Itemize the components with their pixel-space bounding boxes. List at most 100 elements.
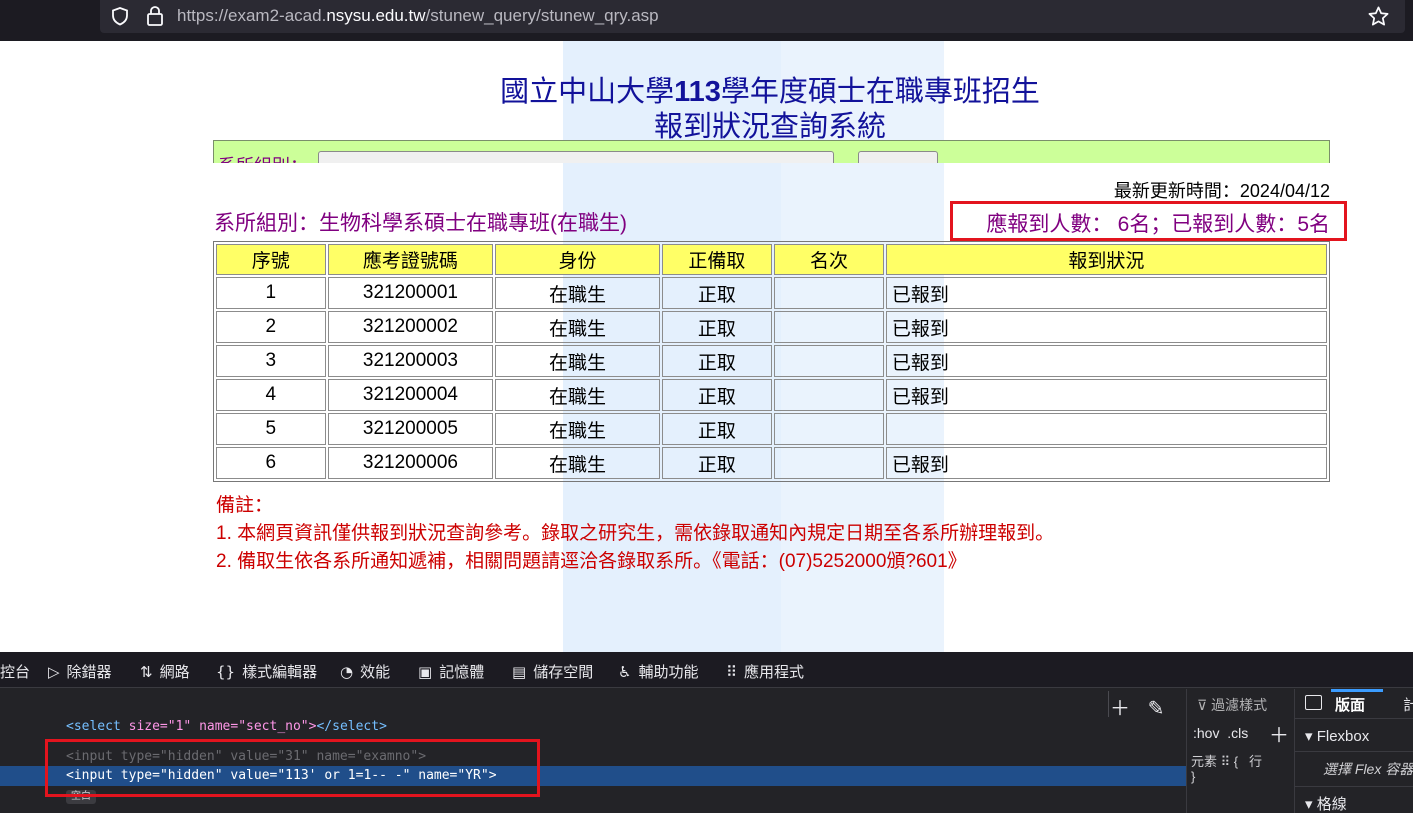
page-subtitle: 報到狀況查詢系統 xyxy=(653,111,886,143)
flexbox-section[interactable]: ▾ Flexbox xyxy=(1305,727,1369,745)
tab-memory[interactable]: ▣ 記憶體 xyxy=(418,661,484,682)
markup-line-select[interactable]: <select size="1" name="sect_no"></select… xyxy=(66,719,387,734)
eyedropper-icon[interactable]: ✎ xyxy=(1148,698,1165,720)
tab-debugger[interactable]: ▷ 除錯器 xyxy=(48,661,112,682)
cell-serial: 1 xyxy=(216,277,326,309)
grid-label: 格線 xyxy=(1316,796,1347,813)
submit-query-button[interactable] xyxy=(858,151,938,163)
add-node-icon[interactable]: ＋ xyxy=(1110,698,1130,720)
counts-separator: ； xyxy=(1150,212,1172,236)
storage-icon: ▤ xyxy=(512,662,527,681)
tab-label: 記憶體 xyxy=(439,664,485,681)
cell-rank xyxy=(774,311,884,343)
reported-count: 5 xyxy=(1297,213,1309,236)
cell-identity: 在職生 xyxy=(495,311,660,343)
lock-icon[interactable] xyxy=(145,5,165,27)
devtools-panel: 控台 ▷ 除錯器 ⇅ 網路 {} 樣式編輯器 ◔ 效能 ▣ 記憶體 ▤ 儲存空間 ♿ 輔助功能… xyxy=(0,652,1413,813)
layout-tabs: 版面 計 xyxy=(1295,689,1413,719)
application-grid-icon: ⠿ xyxy=(726,662,737,681)
expected-count: 6 xyxy=(1117,213,1130,236)
shield-icon[interactable] xyxy=(110,6,130,26)
cell-identity: 在職生 xyxy=(495,345,660,377)
grid-dots-icon: ⠿ xyxy=(1220,754,1231,769)
tab-style-editor[interactable]: {} 樣式編輯器 xyxy=(216,661,317,682)
bookmark-star-icon[interactable] xyxy=(1367,5,1390,28)
cell-status: 已報到 xyxy=(885,277,1327,309)
tab-console[interactable]: 控台 xyxy=(0,661,30,682)
url-host: nsysu.edu.tw xyxy=(326,6,426,25)
url-prefix: https://exam2-acad. xyxy=(177,6,327,25)
cell-admission: 正取 xyxy=(661,379,773,411)
table-row: 4 321200004 在職生 正取 已報到 xyxy=(216,379,1327,411)
cell-status: 已報到 xyxy=(885,379,1327,411)
inline-label: 行 xyxy=(1248,754,1262,769)
markup-toolbar: ＋ ✎ xyxy=(1110,692,1164,721)
tab-accessibility[interactable]: ♿ 輔助功能 xyxy=(618,661,698,682)
filter-styles-input[interactable]: ⊽ 過濾樣式 xyxy=(1197,695,1267,715)
grid-section[interactable]: ▾ 格線 xyxy=(1305,793,1347,813)
debugger-icon: ▷ xyxy=(48,662,60,681)
table-row: 6 321200006 在職生 正取 已報到 xyxy=(216,447,1327,479)
cell-admission: 正取 xyxy=(661,345,773,377)
reported-label: 已報到人數： xyxy=(1171,212,1298,236)
cell-rank xyxy=(774,447,884,479)
notes-section: 備註： 1. 本網頁資訊僅供報到狀況查詢參考。錄取之研究生，需依錄取通知內規定日… xyxy=(216,492,1054,576)
cell-serial: 5 xyxy=(216,413,326,445)
tab-application[interactable]: ⠿ 應用程式 xyxy=(726,661,804,682)
report-status-table: 序號 應考證號碼 身份 正備取 名次 報到狀況 1 321200001 在職生 … xyxy=(213,241,1330,482)
add-rule-icon[interactable]: ＋ xyxy=(1269,719,1289,748)
dept-select[interactable] xyxy=(318,151,834,163)
cell-serial: 3 xyxy=(216,345,326,377)
report-counts: 應報到人數： 6名；已報到人數：5名 xyxy=(986,208,1330,238)
cell-identity: 在職生 xyxy=(495,277,660,309)
select-attrs: size="1" name="sect_no"> xyxy=(120,719,317,734)
braces-icon: {} xyxy=(216,662,236,681)
cell-admission: 正取 xyxy=(661,413,773,445)
select-tag: <select xyxy=(66,719,121,734)
dept-select-bar: 系所組別： xyxy=(213,140,1330,163)
element-label: 元素 xyxy=(1191,754,1218,769)
cell-status: 已報到 xyxy=(885,447,1327,479)
header-status: 報到狀況 xyxy=(885,244,1327,275)
accessibility-icon: ♿ xyxy=(618,662,632,681)
select-end-tag: </select> xyxy=(316,719,387,734)
cell-identity: 在職生 xyxy=(495,379,660,411)
tab-computed[interactable]: 計 xyxy=(1403,694,1413,715)
header-serial: 序號 xyxy=(216,244,326,275)
expected-label: 應報到人數： xyxy=(986,212,1113,236)
dept-value: 生物科學系碩士在職專班(在職生) xyxy=(319,212,627,235)
tab-label: 效能 xyxy=(360,664,391,681)
cell-identity: 在職生 xyxy=(495,447,660,479)
tab-storage[interactable]: ▤ 儲存空間 xyxy=(512,661,593,682)
pseudo-class-toggles[interactable]: :hov .cls xyxy=(1193,725,1248,741)
close-brace: } xyxy=(1191,769,1196,784)
last-updated-value: 2024/04/12 xyxy=(1239,181,1330,201)
hov-toggle[interactable]: :hov xyxy=(1193,725,1219,741)
devtools-tab-bar: 控台 ▷ 除錯器 ⇅ 網路 {} 樣式編輯器 ◔ 效能 ▣ 記憶體 ▤ 儲存空間 ♿ 輔助功能… xyxy=(0,652,1413,688)
table-row: 5 321200005 在職生 正取 xyxy=(216,413,1327,445)
report-counts-highlight: 應報到人數： 6名；已報到人數：5名 xyxy=(950,201,1347,241)
sidebar-panel-icon[interactable] xyxy=(1305,695,1322,710)
dept-heading: 系所組別：生物科學系碩士在職專班(在職生) xyxy=(214,207,627,237)
url-text[interactable]: https://exam2-acad.nsysu.edu.tw/stunew_q… xyxy=(177,6,659,26)
cell-serial: 4 xyxy=(216,379,326,411)
toolbar-divider xyxy=(1108,691,1109,717)
notes-heading: 備註： xyxy=(216,495,274,516)
cls-toggle[interactable]: .cls xyxy=(1227,725,1248,741)
header-rank: 名次 xyxy=(774,244,884,275)
cell-serial: 2 xyxy=(216,311,326,343)
tab-label: 除錯器 xyxy=(66,664,112,681)
chevron-down-icon: ▾ xyxy=(1305,728,1317,745)
tab-performance[interactable]: ◔ 效能 xyxy=(340,661,390,682)
cell-exam-no: 321200002 xyxy=(327,311,494,343)
section-divider-2 xyxy=(1295,786,1413,787)
tab-layout[interactable]: 版面 xyxy=(1335,694,1365,715)
tab-label: 樣式編輯器 xyxy=(242,664,318,681)
cell-rank xyxy=(774,277,884,309)
cell-exam-no: 321200005 xyxy=(327,413,494,445)
tab-label: 網路 xyxy=(159,664,190,681)
filter-icon: ⊽ xyxy=(1197,697,1212,713)
table-row: 3 321200003 在職生 正取 已報到 xyxy=(216,345,1327,377)
tab-network[interactable]: ⇅ 網路 xyxy=(140,661,190,682)
header-exam-no: 應考證號碼 xyxy=(327,244,494,275)
